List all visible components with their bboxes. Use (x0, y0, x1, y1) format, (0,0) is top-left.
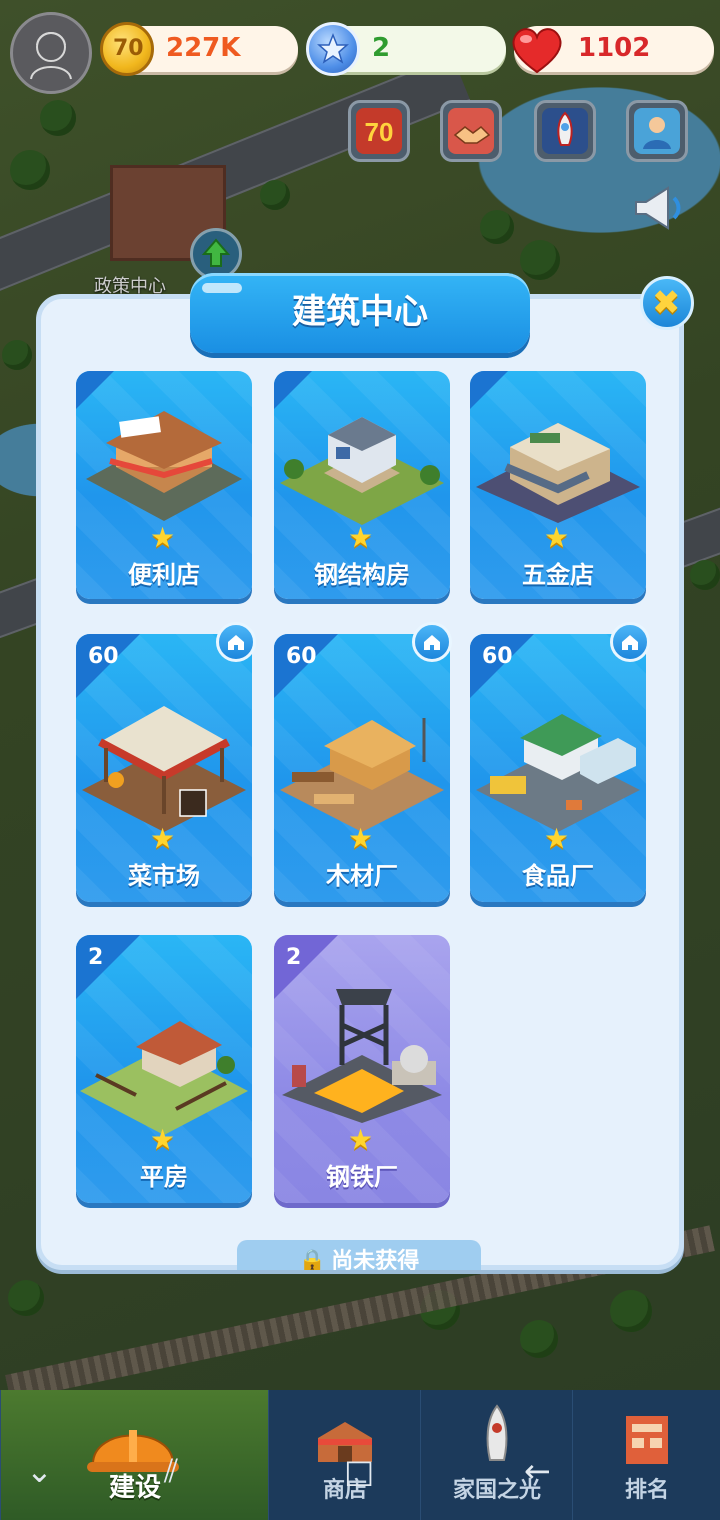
building-name: 食品厂 (522, 862, 594, 890)
building-name: 钢结构房 (314, 561, 410, 589)
coin-counter[interactable]: 70 227K (100, 22, 298, 76)
back-icon[interactable]: ← (524, 1452, 551, 1490)
dialog-title-banner: 建筑中心 (190, 273, 530, 353)
handshake-icon (448, 108, 494, 154)
collapse-icon[interactable]: ⌄ (26, 1452, 53, 1490)
home-icon[interactable]: □ (344, 1452, 374, 1490)
level-requirement: 60 (286, 644, 317, 669)
event-70-button[interactable]: 70 (348, 100, 410, 162)
building-name: 五金店 (522, 561, 594, 589)
lumber-mill-building-icon (280, 718, 444, 832)
home-badge-icon (412, 622, 452, 662)
building-name: 便利店 (128, 561, 200, 589)
worker-button[interactable] (626, 100, 688, 162)
avatar-portrait-icon (30, 32, 72, 80)
steel-mill-building-icon (282, 989, 442, 1123)
building-card-food-factory[interactable]: 60 ★ 食品厂 (470, 634, 646, 902)
heart-value: 1102 (578, 33, 651, 63)
building-card-vegetable-market[interactable]: 60 ★ 菜市场 (76, 634, 252, 902)
worker-icon (634, 108, 680, 154)
level-requirement: 2 (88, 945, 104, 970)
building-name: 钢铁厂 (326, 1163, 398, 1191)
player-avatar[interactable] (10, 12, 92, 94)
gem-value: 2 (372, 33, 391, 63)
heart-counter[interactable]: 1102 (512, 26, 714, 74)
vegetable-market-building-icon (82, 706, 246, 832)
building-name: 平房 (140, 1163, 188, 1191)
svg-text:70: 70 (365, 117, 394, 147)
building-card-hardware-store[interactable]: ★ 五金店 (470, 371, 646, 599)
close-button[interactable]: ✖ (640, 276, 694, 330)
star-icon: ★ (544, 521, 570, 554)
star-icon: ★ (150, 1123, 176, 1156)
building-name: 木材厂 (326, 862, 398, 890)
announcement-button[interactable] (628, 180, 690, 236)
building-card-steel-frame-house[interactable]: ★ 钢结构房 (274, 371, 450, 599)
system-navigation-bar: ⌄ ⫽ □ ← (0, 1440, 720, 1500)
building-card-convenience-store[interactable]: ★ 便利店 (76, 371, 252, 599)
building-card-steel-mill[interactable]: 2 ★ 钢铁厂 (274, 935, 450, 1203)
70-event-icon: 70 (356, 108, 402, 154)
home-badge-icon (610, 622, 650, 662)
convenience-store-building-icon (86, 411, 242, 521)
star-icon: ★ (348, 521, 374, 554)
level-requirement: 60 (482, 644, 513, 669)
star-icon: ★ (348, 822, 374, 855)
star-icon: ★ (544, 822, 570, 855)
rocket-icon (542, 108, 588, 154)
recents-icon[interactable]: ⫽ (164, 1452, 178, 1491)
coin-icon: 70 (100, 22, 154, 76)
lock-icon: 🔒 (298, 1249, 327, 1270)
megaphone-icon (635, 186, 681, 230)
card-corner (76, 935, 140, 999)
rocket-button[interactable] (534, 100, 596, 162)
building-name: 菜市场 (128, 862, 200, 890)
home-badge-icon (216, 622, 256, 662)
food-factory-building-icon (476, 714, 640, 832)
hardware-store-building-icon (476, 423, 640, 523)
steel-frame-house-building-icon (280, 417, 444, 525)
heart-icon (512, 22, 566, 76)
cooperation-button[interactable] (440, 100, 502, 162)
star-gem-icon (306, 22, 360, 76)
not-obtained-label: 尚未获得 (331, 1249, 420, 1270)
building-card-lumber-mill[interactable]: 60 ★ 木材厂 (274, 634, 450, 902)
gem-counter[interactable]: 2 (306, 22, 506, 76)
not-obtained-button[interactable]: 🔒 尚未获得 (237, 1240, 481, 1270)
building-card-bungalow[interactable]: 2 ★ 平房 (76, 935, 252, 1203)
coin-value: 227K (166, 33, 241, 63)
star-icon: ★ (348, 1123, 374, 1156)
title-shine (202, 283, 242, 293)
close-icon: ✖ (652, 283, 681, 323)
bungalow-building-icon (80, 1021, 248, 1135)
star-icon: ★ (150, 822, 176, 855)
top-bar: 70 227K 2 1102 70 (0, 0, 720, 230)
star-icon: ★ (150, 521, 176, 554)
level-requirement: 60 (88, 644, 119, 669)
